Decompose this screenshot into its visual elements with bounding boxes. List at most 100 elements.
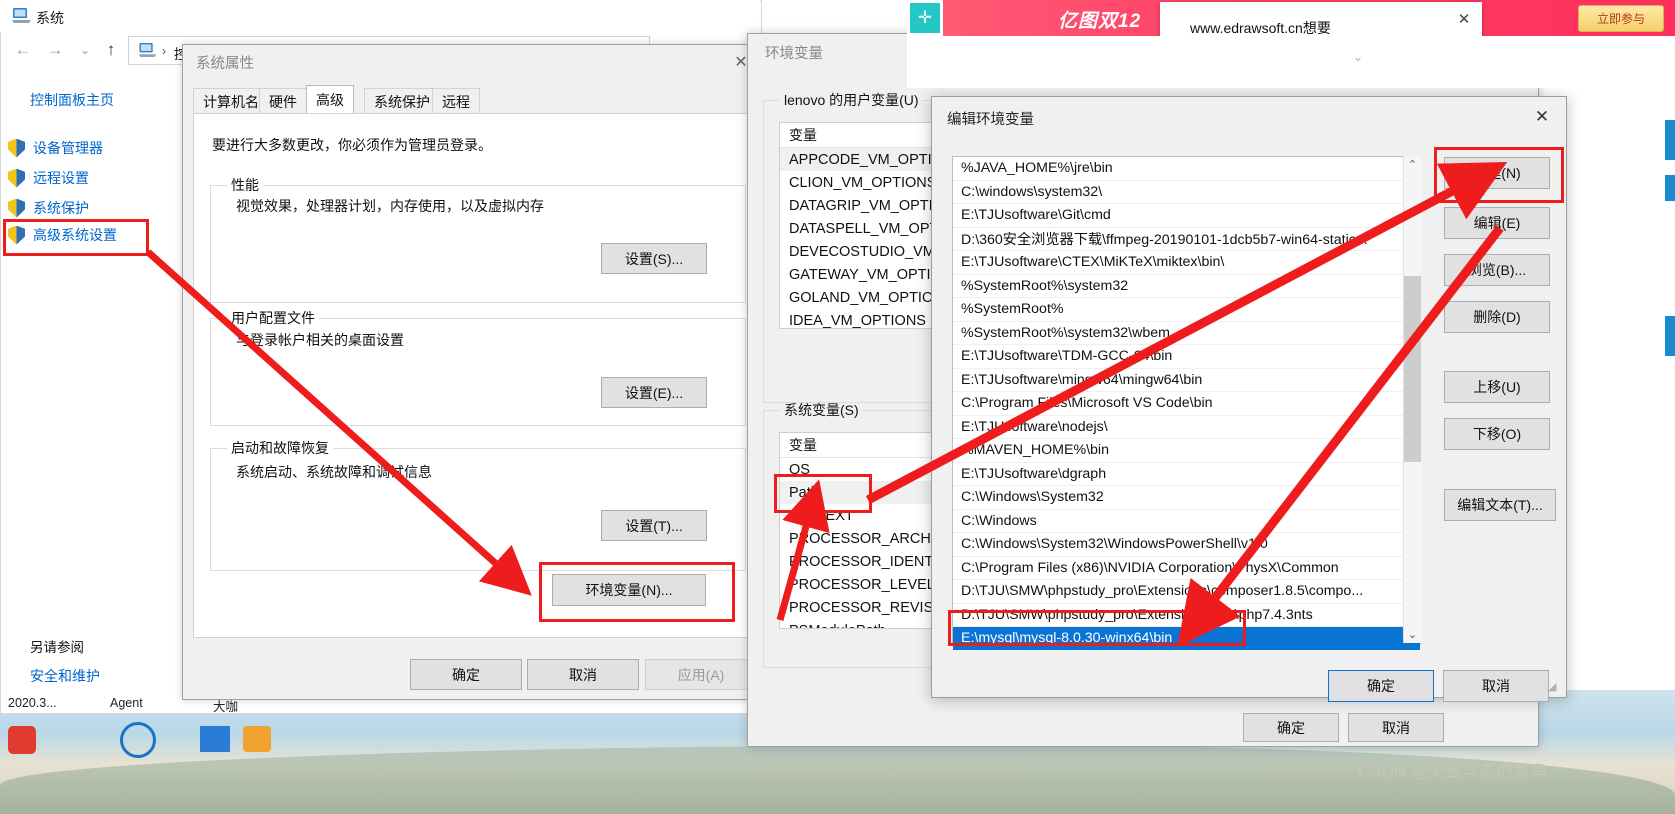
tab-hardware[interactable]: 硬件 xyxy=(259,88,307,114)
desktop-icon-red[interactable] xyxy=(8,726,36,754)
csdn-watermark: CSDN @失去斗志的菜鸟 xyxy=(1358,762,1548,781)
scroll-indicator-2 xyxy=(1665,175,1675,201)
tab-remote[interactable]: 远程 xyxy=(432,88,480,114)
sidebar-item-remote-settings[interactable]: 远程设置 xyxy=(8,168,89,188)
environment-variables-title: 环境变量 xyxy=(765,46,823,62)
back-button[interactable]: ← xyxy=(10,37,36,63)
tab-computer-name[interactable]: 计算机名 xyxy=(193,88,269,114)
taskbar-other-label: 大咖 xyxy=(213,700,239,714)
list-item[interactable]: C:\Windows xyxy=(953,510,1420,533)
browser-chrome-strip xyxy=(907,36,1675,88)
edit-environment-variable-title: 编辑环境变量 xyxy=(947,112,1034,128)
system-properties-title: 系统属性 xyxy=(196,56,254,72)
delete-button[interactable]: 删除(D) xyxy=(1444,301,1550,333)
sidebar-item-label: 设备管理器 xyxy=(33,140,103,156)
performance-group-legend: 性能 xyxy=(231,177,259,193)
list-item[interactable]: C:\windows\system32\ xyxy=(953,181,1420,204)
list-item[interactable]: C:\Program Files\Microsoft VS Code\bin xyxy=(953,392,1420,416)
tab-system-protection[interactable]: 系统保护 xyxy=(364,88,440,114)
list-item[interactable]: E:\TJUsoftware\CTEX\MiKTeX\miktex\bin\ xyxy=(953,251,1420,275)
edraw-logo-icon[interactable]: ✛ xyxy=(910,3,940,33)
sidebar-item-system-protection[interactable]: 系统保护 xyxy=(8,198,89,218)
scroll-up-icon[interactable]: ⌃ xyxy=(1404,156,1421,173)
desktop-icon-browser[interactable] xyxy=(120,722,156,758)
system-properties-ok-button[interactable]: 确定 xyxy=(410,659,522,690)
edit-env-cancel-button[interactable]: 取消 xyxy=(1443,670,1549,702)
sidebar-item-device-manager[interactable]: 设备管理器 xyxy=(8,138,103,158)
resize-grip-icon[interactable]: ◢ xyxy=(1548,680,1557,693)
sidebar-item-security-maintenance[interactable]: 安全和维护 xyxy=(30,666,100,686)
browse-button[interactable]: 浏览(B)... xyxy=(1444,254,1550,286)
close-icon[interactable]: ✕ xyxy=(1452,8,1476,30)
startup-recovery-group: 启动和故障恢复 xyxy=(210,438,746,571)
list-item[interactable]: %SystemRoot%\system32\wbem xyxy=(953,322,1420,345)
system-properties-apply-button: 应用(A) xyxy=(645,659,757,690)
tab-advanced[interactable]: 高级 xyxy=(306,85,354,114)
edit-button[interactable]: 编辑(E) xyxy=(1444,207,1550,239)
ad-cta-button[interactable]: 立即参与 xyxy=(1578,5,1664,32)
list-item[interactable]: %SystemRoot%\system32 xyxy=(953,275,1420,298)
up-button[interactable]: ↑ xyxy=(98,37,124,63)
move-up-button[interactable]: 上移(U) xyxy=(1444,371,1550,403)
list-item[interactable]: E:\TJUsoftware\mingw64\mingw64\bin xyxy=(953,369,1420,392)
forward-button[interactable]: → xyxy=(42,37,68,63)
scroll-down-icon[interactable]: ⌄ xyxy=(1404,626,1421,643)
chevron-down-icon[interactable]: ⌄ xyxy=(1352,48,1364,65)
startup-recovery-description: 系统启动、系统故障和调试信息 xyxy=(236,464,432,480)
taskbar-date-label: 2020.3... xyxy=(8,696,57,710)
user-profiles-group-legend: 用户配置文件 xyxy=(231,310,315,326)
user-profiles-settings-button[interactable]: 设置(E)... xyxy=(601,377,707,408)
list-item[interactable]: C:\Program Files (x86)\NVIDIA Corporatio… xyxy=(953,557,1420,580)
system-properties-cancel-button[interactable]: 取消 xyxy=(527,659,639,690)
annotation-box-new-button xyxy=(1434,147,1564,203)
see-also-heading: 另请参阅 xyxy=(30,640,84,655)
edit-text-button[interactable]: 编辑文本(T)... xyxy=(1444,489,1556,521)
breadcrumb-separator: › xyxy=(162,44,166,58)
close-icon[interactable]: ✕ xyxy=(1525,104,1559,130)
list-item[interactable]: C:\Windows\System32\WindowsPowerShell\v1… xyxy=(953,533,1420,557)
path-list-scrollbar[interactable]: ⌃ ⌄ xyxy=(1403,156,1421,643)
recent-locations-button[interactable]: ⌄ xyxy=(72,37,98,63)
list-item[interactable]: %MAVEN_HOME%\bin xyxy=(953,439,1420,463)
shield-icon xyxy=(8,169,25,188)
user-profiles-description: 与登录帐户相关的桌面设置 xyxy=(236,332,404,348)
desktop-icon-orange[interactable] xyxy=(243,726,271,752)
list-item[interactable]: E:\TJUsoftware\dgraph xyxy=(953,463,1420,486)
user-variables-legend: lenovo 的用户变量(U) xyxy=(784,92,919,108)
annotation-box-path-variable xyxy=(774,474,872,513)
list-item[interactable]: %JAVA_HOME%\jre\bin xyxy=(953,157,1420,181)
ad-banner-text: 亿图双12 xyxy=(1058,11,1142,32)
control-panel-title: 系统 xyxy=(36,10,64,26)
list-item[interactable]: E:\TJUsoftware\nodejs\ xyxy=(953,416,1420,439)
shield-icon xyxy=(8,199,25,218)
control-panel-titlebar[interactable] xyxy=(0,0,760,32)
sidebar-item-label: 系统保护 xyxy=(33,200,89,216)
performance-group: 性能 xyxy=(210,175,746,303)
control-panel-home-link[interactable]: 控制面板主页 xyxy=(30,90,114,110)
move-down-button[interactable]: 下移(O) xyxy=(1444,418,1550,450)
annotation-box-mysql-entry xyxy=(948,610,1246,646)
computer-icon xyxy=(12,7,31,29)
startup-recovery-group-legend: 启动和故障恢复 xyxy=(231,440,329,456)
scroll-indicator-1 xyxy=(1665,120,1675,160)
system-properties-tabstrip: 计算机名 硬件 高级 系统保护 远程 xyxy=(193,85,749,114)
list-item[interactable]: E:\TJUsoftware\TDM-GCC-64\bin xyxy=(953,345,1420,369)
desktop-icon-blue[interactable] xyxy=(200,726,230,752)
scrollbar-thumb[interactable] xyxy=(1404,276,1421,462)
edit-env-ok-button[interactable]: 确定 xyxy=(1328,670,1434,702)
system-variables-legend: 系统变量(S) xyxy=(784,402,859,418)
environment-variables-ok-button[interactable]: 确定 xyxy=(1243,713,1339,742)
performance-settings-button[interactable]: 设置(S)... xyxy=(601,243,707,274)
sidebar-item-label: 远程设置 xyxy=(33,170,89,186)
admin-note-text: 要进行大多数更改，你必须作为管理员登录。 xyxy=(212,137,492,153)
list-item[interactable]: C:\Windows\System32 xyxy=(953,486,1420,510)
startup-recovery-settings-button[interactable]: 设置(T)... xyxy=(601,510,707,541)
path-entries-list[interactable]: %JAVA_HOME%\jre\bin C:\windows\system32\… xyxy=(952,156,1421,650)
list-item[interactable]: E:\TJUsoftware\Git\cmd xyxy=(953,204,1420,228)
performance-description: 视觉效果，处理器计划，内存使用，以及虚拟内存 xyxy=(236,198,544,214)
list-item[interactable]: D:\360安全浏览器下载\ffmpeg-20190101-1dcb5b7-wi… xyxy=(953,228,1420,251)
list-item[interactable]: %SystemRoot% xyxy=(953,298,1420,322)
popup-text: www.edrawsoft.cn想要 xyxy=(1190,20,1331,36)
environment-variables-cancel-button[interactable]: 取消 xyxy=(1348,713,1444,742)
list-item[interactable]: D:\TJU\SMW\phpstudy_pro\Extensions\compo… xyxy=(953,580,1420,604)
